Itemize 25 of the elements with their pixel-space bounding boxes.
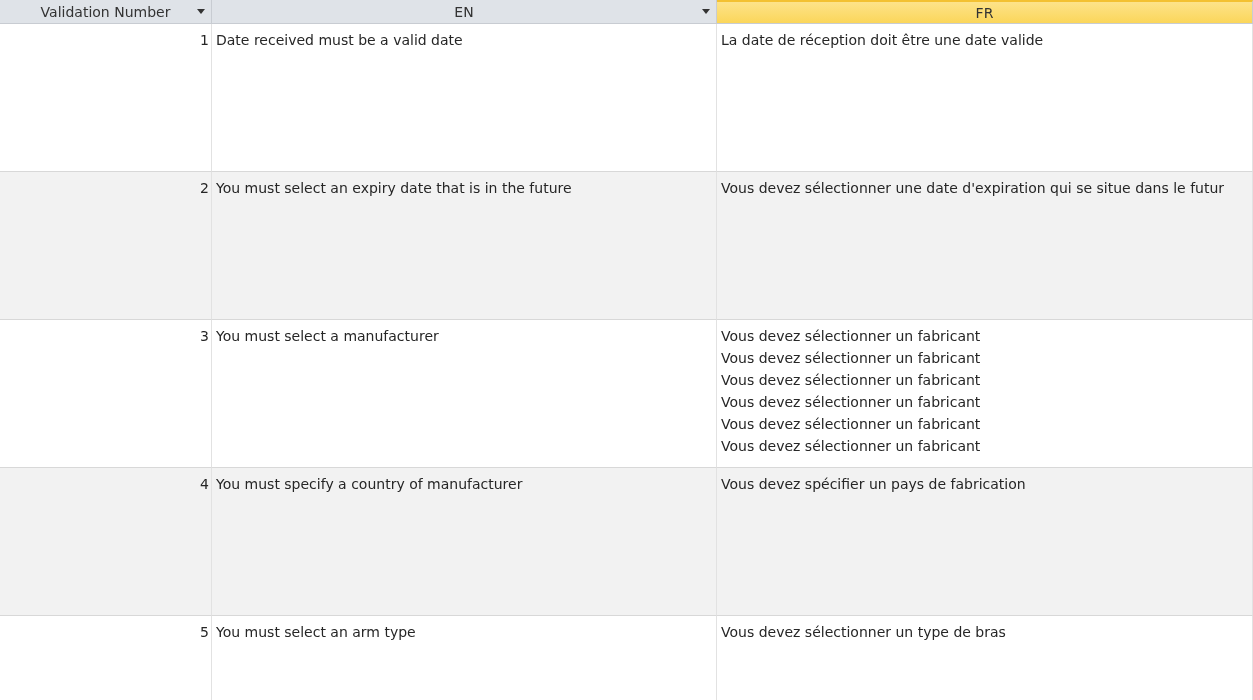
table-cell-text: Vous devez sélectionner un type de bras [721, 623, 1006, 642]
table-cell-text: 5 [199, 623, 209, 642]
dropdown-arrow-icon[interactable] [197, 9, 205, 14]
table-cell-text: 1 [199, 31, 209, 50]
table-cell-text: Vous devez sélectionner un fabricant [721, 371, 981, 390]
table-cell-text: Date received must be a valid date [216, 31, 464, 50]
table-cell-text: You must select a manufacturer [216, 327, 440, 346]
table-cell-text: Vous devez sélectionner un fabricant [721, 437, 981, 456]
table-cell-text: La date de réception doit être une date valide [721, 31, 1044, 50]
table-cell-text: 3 [199, 327, 209, 346]
column-header[interactable]: FR [717, 0, 1253, 24]
table-cell-text: 2 [199, 179, 209, 198]
dropdown-arrow-icon[interactable] [702, 9, 710, 14]
table-cell-text: 4 [199, 475, 209, 494]
table-cell-text: Vous devez sélectionner un fabricant [721, 327, 981, 346]
table-cell-text: Vous devez sélectionner un fabricant [721, 349, 981, 368]
column-header[interactable]: EN [212, 0, 717, 24]
table-cell-text: You must select an expiry date that is in the future [216, 179, 573, 198]
table-cell-text: Vous devez sélectionner un fabricant [721, 415, 981, 434]
table-cell-text: You must select an arm type [216, 623, 417, 642]
table-cell-text: Vous devez spécifier un pays de fabrication [721, 475, 1026, 494]
table-cell-text: Vous devez sélectionner un fabricant [721, 393, 981, 412]
column-header[interactable]: Validation Number [0, 0, 212, 24]
table-cell-text: You must specify a country of manufacturer [216, 475, 524, 494]
table-cell-text: Vous devez sélectionner une date d'expiration qui se situe dans le futur [721, 179, 1225, 198]
